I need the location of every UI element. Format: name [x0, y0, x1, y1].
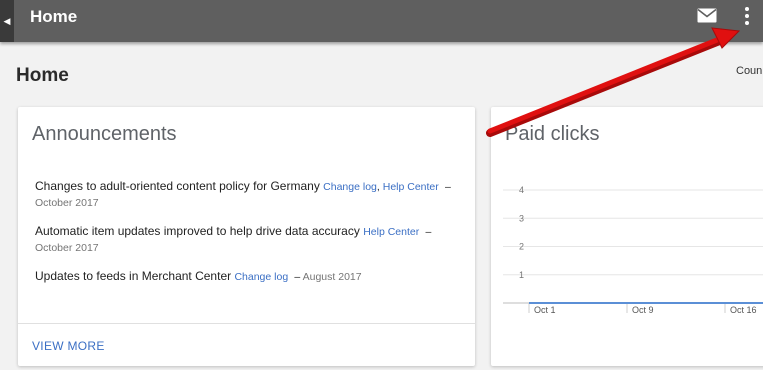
y-tick-label: 1: [519, 270, 524, 280]
announcement-text: Updates to feeds in Merchant Center: [35, 269, 232, 283]
help-center-link[interactable]: Help Center: [363, 226, 419, 238]
announcement-text: Automatic item updates improved to help …: [35, 224, 360, 238]
card-divider: [18, 323, 475, 324]
x-tick-label: Oct 16: [730, 305, 757, 315]
y-tick-label: 2: [519, 242, 524, 252]
top-app-bar: ◀ Home: [0, 0, 763, 42]
announcement-date: August 2017: [302, 271, 362, 283]
y-tick-label: 3: [519, 213, 524, 223]
country-selector-label[interactable]: Coun: [736, 65, 762, 77]
more-options-icon[interactable]: [742, 6, 752, 26]
y-tick-label: 4: [519, 185, 524, 195]
page-title: Home: [16, 65, 69, 86]
x-tick-label: Oct 9: [632, 305, 654, 315]
announcements-list: Changes to adult-oriented content policy…: [35, 179, 465, 298]
announcement-item: Changes to adult-oriented content policy…: [35, 179, 451, 209]
x-tick-label: Oct 1: [534, 305, 556, 315]
announcement-item: Automatic item updates improved to help …: [35, 224, 432, 254]
triangle-left-icon: ◀: [3, 15, 11, 26]
announcement-date: October 2017: [35, 242, 99, 254]
back-tab[interactable]: ◀: [0, 0, 14, 42]
help-center-link[interactable]: Help Center: [383, 181, 439, 193]
announcement-item: Updates to feeds in Merchant Center Chan…: [35, 269, 362, 283]
paid-clicks-chart: 1 2 3 4 Oct 1 Oct 9 Oct 16: [503, 185, 763, 315]
app-bar-title: Home: [30, 7, 78, 26]
mail-icon[interactable]: [697, 8, 717, 23]
change-log-link[interactable]: Change log: [323, 181, 377, 193]
announcement-date: October 2017: [35, 197, 99, 209]
announcement-text: Changes to adult-oriented content policy…: [35, 179, 320, 193]
announcements-title: Announcements: [32, 123, 177, 145]
view-more-button[interactable]: VIEW MORE: [32, 339, 105, 353]
change-log-link[interactable]: Change log: [234, 271, 288, 283]
announcements-card: Announcements Changes to adult-oriented …: [18, 107, 475, 366]
paid-clicks-card: Paid clicks 1 2 3 4 Oct 1 Oct 9 Oct 16: [491, 107, 763, 366]
